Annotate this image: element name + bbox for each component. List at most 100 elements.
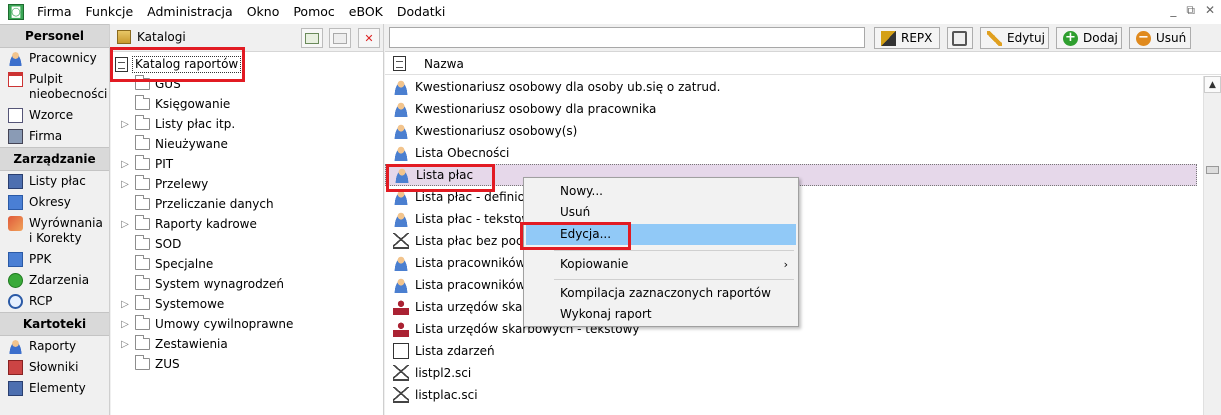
period-icon — [8, 195, 23, 210]
expand-arrow-icon[interactable]: ▷ — [119, 119, 131, 130]
ctx-item-usun[interactable]: Usuń — [526, 202, 796, 223]
nav-item-wyrownania[interactable]: Wyrównania i Korekty — [0, 213, 109, 249]
expand-arrow-icon[interactable]: ▷ — [119, 339, 131, 350]
expand-arrow-icon[interactable]: ▷ — [119, 219, 131, 230]
list-item[interactable]: listpl2.sci — [385, 362, 1197, 384]
ctx-item-nowy[interactable]: Nowy... — [526, 181, 796, 202]
print-button[interactable] — [947, 27, 973, 49]
nav-item-rcp[interactable]: RCP — [0, 291, 109, 312]
tree-node[interactable]: ▷ Umowy cywilnoprawne — [111, 314, 293, 334]
ctx-item-kompilacja[interactable]: Kompilacja zaznaczonych raportów — [526, 283, 796, 304]
person-icon — [393, 277, 409, 293]
minimize-icon[interactable]: _ — [1170, 3, 1176, 18]
tree-node[interactable]: ZUS — [111, 354, 180, 374]
tree-node[interactable]: ▷ Systemowe — [111, 294, 224, 314]
nav-item-raporty[interactable]: Raporty — [0, 336, 109, 357]
tree-node[interactable]: System wynagrodzeń — [111, 274, 284, 294]
tree-root[interactable]: Katalog raportów — [115, 55, 242, 74]
tree-node-label: Księgowanie — [155, 97, 231, 111]
add-button[interactable]: + Dodaj — [1056, 27, 1122, 49]
tree-node[interactable]: ▷ Zestawienia — [111, 334, 228, 354]
tree-node[interactable]: SOD — [111, 234, 181, 254]
delete-folder-button[interactable]: ✕ — [358, 28, 380, 48]
clock-icon — [8, 294, 23, 309]
edit-label: Edytuj — [1007, 31, 1045, 45]
delete-button[interactable]: − Usuń — [1129, 27, 1191, 49]
tree-node[interactable]: ▷ Raporty kadrowe — [111, 214, 257, 234]
ctx-item-kopiowanie[interactable]: Kopiowanie › — [526, 254, 796, 275]
nav-item-zdarzenia[interactable]: Zdarzenia — [0, 270, 109, 291]
tree-node[interactable]: ▷ PIT — [111, 154, 173, 174]
nav-item-pulpit-nieobecnosci[interactable]: Pulpit nieobecności — [0, 69, 109, 105]
app-icon: ◙ — [8, 4, 24, 20]
nav-item-okresy[interactable]: Okresy — [0, 192, 109, 213]
context-menu: Nowy... Usuń Edycja... Kopiowanie › Komp… — [523, 177, 799, 327]
nav-item-wzorce[interactable]: Wzorce — [0, 105, 109, 126]
expand-arrow-icon[interactable]: ▷ — [119, 299, 131, 310]
nav-label: Słowniki — [29, 360, 79, 374]
ctx-item-wykonaj[interactable]: Wykonaj raport — [526, 304, 796, 325]
nav-item-elementy[interactable]: Elementy — [0, 378, 109, 399]
list-item-label: Kwestionariusz osobowy(s) — [415, 124, 578, 138]
menu-pomoc[interactable]: Pomoc — [286, 0, 341, 24]
folder-copy-icon — [333, 32, 347, 44]
expand-arrow-icon[interactable]: ▷ — [119, 319, 131, 330]
tree-node[interactable]: ▷ Przelewy — [111, 174, 208, 194]
column-header[interactable]: Nazwa — [385, 53, 1221, 75]
ctx-item-edycja[interactable]: Edycja... — [526, 224, 796, 245]
folder-icon — [135, 335, 150, 350]
repx-icon — [881, 30, 896, 46]
add-folder-button[interactable] — [301, 28, 323, 48]
delete-icon: ✕ — [364, 31, 374, 45]
expand-arrow-icon[interactable]: ▷ — [119, 179, 131, 190]
pencil-icon — [987, 30, 1002, 46]
tree-node[interactable]: Nieużywane — [111, 134, 228, 154]
document-icon — [393, 56, 406, 71]
nav-item-listy-plac[interactable]: Listy płac — [0, 171, 109, 192]
tree-node[interactable]: Księgowanie — [111, 94, 230, 114]
folder-icon — [135, 255, 150, 270]
expand-arrow-icon[interactable]: ▷ — [119, 159, 131, 170]
folder-icon — [135, 235, 150, 250]
list-item-label: Lista płac — [416, 168, 474, 182]
menu-funkcje[interactable]: Funkcje — [79, 0, 141, 24]
edit-button[interactable]: Edytuj — [980, 27, 1049, 49]
menu-ebok[interactable]: eBOK — [342, 0, 390, 24]
tree-node[interactable]: GUS — [111, 74, 181, 94]
close-icon[interactable]: ✕ — [1205, 3, 1215, 18]
list-item[interactable]: listplac.sci — [385, 384, 1197, 406]
catalog-panel: Katalogi ✕ Katalog raportów GUS Księgowan… — [111, 24, 384, 415]
list-item-label: listpl2.sci — [415, 366, 472, 380]
ctx-item-label: Kopiowanie — [560, 257, 629, 271]
nav-item-slowniki[interactable]: Słowniki — [0, 357, 109, 378]
ctx-separator — [554, 279, 794, 280]
nav-item-pracownicy[interactable]: Pracownicy — [0, 48, 109, 69]
list-item[interactable]: Lista zdarzeń — [385, 340, 1197, 362]
tree-node-label: ZUS — [155, 357, 180, 371]
tree-node[interactable]: Przeliczanie danych — [111, 194, 274, 214]
menu-okno[interactable]: Okno — [240, 0, 287, 24]
list-item[interactable]: Kwestionariusz osobowy dla osoby ub.się … — [385, 76, 1197, 98]
tree-node[interactable]: ▷ Listy płac itp. — [111, 114, 235, 134]
nav-label: Zdarzenia — [29, 273, 90, 287]
folder-icon — [135, 155, 150, 170]
vertical-scrollbar[interactable]: ▲ — [1203, 76, 1221, 415]
tree-node-label: System wynagrodzeń — [155, 277, 284, 291]
restore-icon[interactable]: ⧉ — [1186, 3, 1195, 18]
nav-item-ppk[interactable]: PPK — [0, 249, 109, 270]
search-input[interactable] — [389, 27, 865, 48]
scroll-up-icon[interactable]: ▲ — [1204, 76, 1221, 93]
nav-item-firma[interactable]: Firma — [0, 126, 109, 147]
list-item[interactable]: Lista Obecności — [385, 142, 1197, 164]
tree-node[interactable]: Specjalne — [111, 254, 213, 274]
menu-administracja[interactable]: Administracja — [140, 0, 240, 24]
chevron-right-icon: › — [783, 258, 788, 271]
copy-folder-button[interactable] — [329, 28, 351, 48]
scroll-thumb[interactable] — [1206, 166, 1219, 174]
document-icon — [393, 343, 409, 359]
repx-button[interactable]: REPX — [874, 27, 940, 49]
menu-dodatki[interactable]: Dodatki — [390, 0, 452, 24]
list-item[interactable]: Kwestionariusz osobowy(s) — [385, 120, 1197, 142]
list-item[interactable]: Kwestionariusz osobowy dla pracownika — [385, 98, 1197, 120]
menu-firma[interactable]: Firma — [30, 0, 79, 24]
